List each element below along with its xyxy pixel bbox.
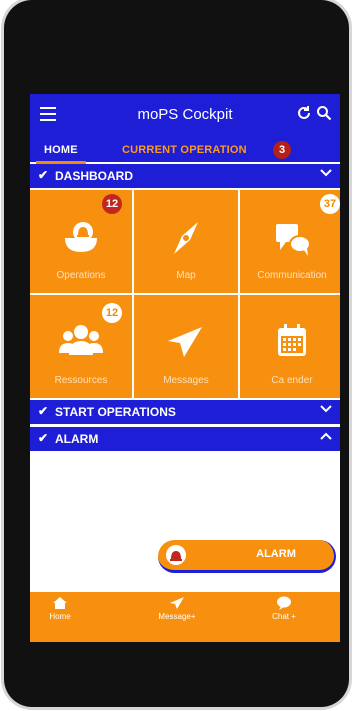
chat-icon <box>277 596 291 610</box>
tab-current-operation[interactable]: CURRENT OPERATION <box>122 144 247 156</box>
calendar-icon <box>278 324 306 356</box>
tile-label: Map <box>176 270 196 281</box>
compass-icon <box>174 222 198 254</box>
chat-bubbles-icon <box>276 224 311 256</box>
check-icon: ✔ <box>38 431 49 445</box>
top-bar: moPS Cockpit <box>30 94 340 138</box>
tile-communication[interactable]: 37 Communication <box>240 190 340 293</box>
bell-icon <box>170 551 182 561</box>
tile-label: Ca ender <box>271 375 313 386</box>
communication-count-badge: 37 <box>320 194 340 214</box>
tile-map[interactable]: Map <box>134 190 238 293</box>
check-icon: ✔ <box>38 404 49 418</box>
tile-messages[interactable]: Messages <box>134 295 238 398</box>
chevron-up-icon <box>320 432 332 440</box>
alarm-button[interactable]: ALARM <box>158 540 336 573</box>
nav-messages-label: Message+ <box>158 612 196 621</box>
operations-icon <box>65 222 97 252</box>
current-operation-badge: 3 <box>273 141 291 159</box>
nav-chat[interactable]: Chat + <box>244 596 324 621</box>
check-icon: ✔ <box>38 168 49 182</box>
bottom-nav: Home Message+ Chat + <box>30 592 340 642</box>
alarm-button-label: ALARM <box>256 548 296 560</box>
tile-operations[interactable]: 12 Operations <box>30 190 132 293</box>
section-label: DASHBOARD <box>55 169 133 183</box>
resources-count-badge: 12 <box>102 303 122 323</box>
section-dashboard[interactable]: ✔ DASHBOARD <box>30 164 340 188</box>
section-label: START OPERATIONS <box>55 405 176 419</box>
section-start-operations[interactable]: ✔ START OPERATIONS <box>30 400 340 424</box>
tile-label: Operations <box>56 270 106 281</box>
refresh-icon[interactable] <box>296 105 312 121</box>
search-icon[interactable] <box>316 105 332 121</box>
app-screen: moPS Cockpit HOME CURRENT OPERATION 3 ✔ … <box>30 94 340 642</box>
paper-plane-icon <box>170 597 184 609</box>
chevron-down-icon <box>320 405 332 413</box>
tile-label: Communication <box>257 270 327 281</box>
tab-bar: HOME CURRENT OPERATION 3 <box>30 138 340 164</box>
nav-chat-label: Chat + <box>272 612 296 621</box>
tab-home[interactable]: HOME <box>36 144 86 164</box>
nav-home[interactable]: Home <box>30 596 100 621</box>
app-title: moPS Cockpit <box>137 106 233 123</box>
nav-home-label: Home <box>49 612 71 621</box>
nav-messages[interactable]: Message+ <box>137 596 217 621</box>
operations-count-badge: 12 <box>102 194 122 214</box>
alarm-icon-circle <box>166 545 186 565</box>
home-icon <box>53 597 67 609</box>
users-icon <box>59 325 103 355</box>
paper-plane-icon <box>168 327 202 357</box>
section-alarm[interactable]: ✔ ALARM <box>30 427 340 451</box>
tile-label: Ressources <box>54 375 108 386</box>
chevron-down-icon <box>320 169 332 177</box>
tile-calendar[interactable]: Ca ender <box>240 295 340 398</box>
dashboard-grid: 12 Operations Map 37 Communication 12 Re… <box>30 188 340 400</box>
tile-label: Messages <box>163 375 209 386</box>
tile-resources[interactable]: 12 Ressources <box>30 295 132 398</box>
section-label: ALARM <box>55 432 99 446</box>
